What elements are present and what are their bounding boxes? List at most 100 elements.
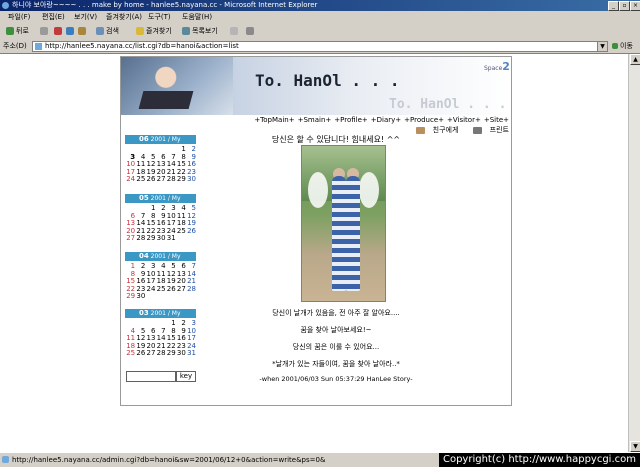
calendar-day[interactable]: 29 <box>145 235 156 243</box>
send-to-friend-link[interactable]: 친구에게 <box>410 126 458 134</box>
banner-laptop <box>138 91 194 109</box>
menu-edit[interactable]: 편집(E) <box>42 12 65 22</box>
calendar-day[interactable]: 30 <box>176 350 186 358</box>
calendar-day[interactable]: 28 <box>186 285 196 294</box>
space-badge: Space2 <box>484 60 510 73</box>
menu-file[interactable]: 파일(F) <box>8 12 30 22</box>
go-button[interactable]: 이동 <box>612 41 633 51</box>
mail-icon <box>230 27 238 35</box>
calendar-day[interactable]: 25 <box>176 227 186 236</box>
history-button[interactable]: 목록보기 <box>182 26 218 36</box>
calendar-day[interactable]: 29 <box>125 293 135 301</box>
print-link[interactable]: 프린트 <box>467 126 509 134</box>
menu-help[interactable]: 도움말(H) <box>182 12 212 22</box>
nav-smain[interactable]: +Smain+ <box>298 116 332 124</box>
calendar-day[interactable]: 28 <box>155 350 166 358</box>
go-arrow-icon <box>612 43 618 49</box>
minimize-button[interactable]: _ <box>608 1 619 11</box>
mail-button[interactable] <box>230 26 240 36</box>
calendar-day[interactable]: 28 <box>135 235 145 243</box>
copyright-banner: Copyright(c) http://www.happycgi.com <box>438 453 640 467</box>
window-title-bar[interactable]: 하니야 보아랑~~~~ . . . make by home - hanlee5… <box>0 0 640 11</box>
print-button[interactable] <box>246 26 256 36</box>
calendar-day[interactable]: 27 <box>176 285 186 294</box>
post-heading: 당신은 할 수 있답니다! 힘내세요! ^^ <box>271 135 401 144</box>
calendar-month: 06 <box>139 135 149 143</box>
key-button[interactable]: key <box>176 371 196 382</box>
vertical-scrollbar[interactable]: ▲ ▼ <box>628 54 640 452</box>
calendar-grid: 1 2 3 4 5 6 7 8 9 10 11 12 13 14 15 16 17 18 19 20 21 22 23 24 2… <box>125 318 196 358</box>
nav-profile[interactable]: +Profile+ <box>334 116 368 124</box>
calendar-day[interactable]: 25 <box>155 285 166 294</box>
post-footer: -when 2001/06/03 Sun 05:37:29 HanLee Sto… <box>259 375 413 383</box>
menu-tools[interactable]: 도구(T) <box>148 12 171 22</box>
printer-icon <box>246 27 254 35</box>
menu-favorites[interactable]: 즐겨찾기(A) <box>106 12 142 22</box>
search-icon <box>96 27 104 35</box>
calendar-tag: My <box>171 195 181 202</box>
angel-photo <box>301 145 386 302</box>
friend-icon <box>415 126 425 134</box>
stop-button[interactable] <box>54 26 64 36</box>
calendar-day[interactable]: 30 <box>155 235 166 243</box>
calendar-month: 04 <box>139 252 149 260</box>
address-dropdown-button[interactable]: ▼ <box>597 41 608 52</box>
calendar-day[interactable]: 26 <box>145 176 156 184</box>
calendar-day[interactable]: 24 <box>125 176 135 184</box>
calendar: 03 2001 / My 1 2 3 4 5 6 7 8 9 10 11 12 13 14 15 16 17 18 1… <box>125 309 196 358</box>
back-button[interactable]: 뒤로 <box>6 26 29 36</box>
refresh-button[interactable] <box>66 26 76 36</box>
calendar-day[interactable]: 29 <box>176 176 186 184</box>
menu-view[interactable]: 보기(V) <box>74 12 97 22</box>
address-input[interactable]: http://hanlee5.nayana.cc/list.cgi?db=han… <box>32 41 608 52</box>
scroll-down-icon[interactable]: ▼ <box>630 441 640 452</box>
address-label: 주소(D) <box>3 42 27 50</box>
calendar-grid: 1 2 3 4 5 6 7 8 9 10 11 12 13 14 15 16 17 18 19 20 21 22 23 24 2… <box>125 261 196 301</box>
nav-links: +TopMain+ +Smain+ +Profile+ +Diary+ +Produce… <box>251 116 509 124</box>
calendar-day[interactable]: 31 <box>186 350 196 358</box>
calendar-day[interactable]: 28 <box>166 176 176 184</box>
girl-right <box>346 176 360 291</box>
homepage-frame: To. HanOl . . . To. HanOl . . . Space2 +… <box>120 56 512 406</box>
nav-diary[interactable]: +Diary+ <box>371 116 401 124</box>
nav-visitor[interactable]: +Visitor+ <box>447 116 481 124</box>
calendar: 05 2001 / My 1 2 3 4 5 6 7 8 9 10 11 12 13 14 15 16 17 18 1… <box>125 194 196 243</box>
nav-site[interactable]: +Site+ <box>484 116 509 124</box>
calendar-month: 05 <box>139 194 149 202</box>
calendar-day[interactable]: 30 <box>135 293 145 301</box>
banner: To. HanOl . . . To. HanOl . . . Space2 <box>121 57 511 115</box>
close-button[interactable]: × <box>630 1 640 11</box>
calendar-day[interactable]: 31 <box>166 235 176 243</box>
toolbar: 뒤로 검색 즐겨찾기 목록보기 <box>0 23 640 40</box>
forward-button[interactable] <box>40 26 50 36</box>
maximize-button[interactable]: ▫ <box>619 1 630 11</box>
calendar-day[interactable]: 26 <box>135 350 145 358</box>
calendar-day[interactable]: 27 <box>125 235 135 243</box>
calendar-day[interactable]: 27 <box>155 176 166 184</box>
calendar-tag: My <box>171 253 181 260</box>
home-icon <box>78 27 86 35</box>
calendar-day[interactable]: 26 <box>186 227 196 236</box>
calendar-day[interactable]: 27 <box>145 350 156 358</box>
key-input[interactable] <box>126 371 176 382</box>
home-button[interactable] <box>78 26 88 36</box>
nav-produce[interactable]: +Produce+ <box>404 116 444 124</box>
search-button[interactable]: 검색 <box>96 26 119 36</box>
back-arrow-icon <box>6 27 14 35</box>
printer-icon <box>472 126 482 134</box>
calendar-day[interactable]: 26 <box>166 285 176 294</box>
favorites-button[interactable]: 즐겨찾기 <box>136 26 172 36</box>
forward-arrow-icon <box>40 27 48 35</box>
scroll-up-icon[interactable]: ▲ <box>630 54 640 65</box>
calendar-day[interactable]: 25 <box>135 176 145 184</box>
status-page-icon <box>2 456 9 463</box>
nav-topmain[interactable]: +TopMain+ <box>254 116 294 124</box>
browser-content: To. HanOl . . . To. HanOl . . . Space2 +… <box>0 54 628 452</box>
calendar-day[interactable]: 30 <box>186 176 196 184</box>
calendar-day[interactable]: 25 <box>125 350 135 358</box>
calendar-day[interactable]: 24 <box>145 285 156 294</box>
status-bar: http://hanlee5.nayana.cc/admin.cgi?db=ha… <box>0 452 640 467</box>
calendar-day[interactable]: 29 <box>166 350 176 358</box>
window-title: 하니야 보아랑~~~~ . . . make by home - hanlee5… <box>12 1 318 9</box>
calendar: 04 2001 / My 1 2 3 4 5 6 7 8 9 10 11 12 13 14 15 16 17 18 1… <box>125 252 196 301</box>
